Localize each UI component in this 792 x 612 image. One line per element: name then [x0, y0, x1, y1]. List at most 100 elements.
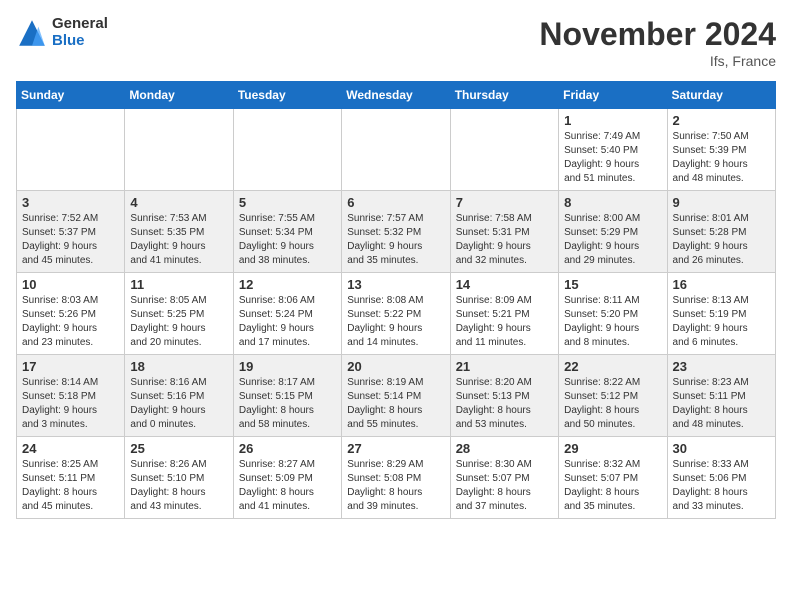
day-number: 2: [673, 113, 770, 128]
calendar-cell: [233, 109, 341, 191]
day-info: Sunrise: 8:23 AM Sunset: 5:11 PM Dayligh…: [673, 376, 770, 432]
calendar-cell: 7 Sunrise: 7:58 AM Sunset: 5:31 PM Daylig…: [450, 191, 558, 273]
weekday-header: Thursday: [450, 82, 558, 109]
day-info: Sunrise: 8:17 AM Sunset: 5:15 PM Dayligh…: [239, 376, 336, 432]
day-info: Sunrise: 8:14 AM Sunset: 5:18 PM Dayligh…: [22, 376, 119, 432]
day-number: 14: [456, 277, 553, 292]
day-info: Sunrise: 8:22 AM Sunset: 5:12 PM Dayligh…: [564, 376, 661, 432]
calendar-cell: 6 Sunrise: 7:57 AM Sunset: 5:32 PM Daylig…: [342, 191, 450, 273]
day-number: 24: [22, 441, 119, 456]
day-info: Sunrise: 7:58 AM Sunset: 5:31 PM Dayligh…: [456, 212, 553, 268]
day-number: 20: [347, 359, 444, 374]
logo-general-text: General: [52, 16, 108, 33]
calendar-cell: [450, 109, 558, 191]
logo: General Blue: [16, 16, 108, 49]
day-info: Sunrise: 8:05 AM Sunset: 5:25 PM Dayligh…: [130, 294, 227, 350]
page-header: General Blue November 2024 Ifs, France: [16, 16, 776, 69]
day-number: 5: [239, 195, 336, 210]
calendar-cell: 1 Sunrise: 7:49 AM Sunset: 5:40 PM Daylig…: [559, 109, 667, 191]
calendar-cell: 24 Sunrise: 8:25 AM Sunset: 5:11 PM Dayli…: [17, 437, 125, 519]
calendar-cell: 26 Sunrise: 8:27 AM Sunset: 5:09 PM Dayli…: [233, 437, 341, 519]
day-number: 13: [347, 277, 444, 292]
weekday-header: Tuesday: [233, 82, 341, 109]
calendar-cell: 11 Sunrise: 8:05 AM Sunset: 5:25 PM Dayli…: [125, 273, 233, 355]
day-info: Sunrise: 8:11 AM Sunset: 5:20 PM Dayligh…: [564, 294, 661, 350]
day-info: Sunrise: 8:26 AM Sunset: 5:10 PM Dayligh…: [130, 458, 227, 514]
calendar-week-row: 17 Sunrise: 8:14 AM Sunset: 5:18 PM Dayli…: [17, 355, 776, 437]
day-number: 7: [456, 195, 553, 210]
calendar-cell: 14 Sunrise: 8:09 AM Sunset: 5:21 PM Dayli…: [450, 273, 558, 355]
day-info: Sunrise: 8:13 AM Sunset: 5:19 PM Dayligh…: [673, 294, 770, 350]
day-number: 26: [239, 441, 336, 456]
location: Ifs, France: [539, 53, 776, 69]
calendar-cell: 10Sunrise: 8:03 AM Sunset: 5:26 PM Dayli…: [17, 273, 125, 355]
day-info: Sunrise: 8:27 AM Sunset: 5:09 PM Dayligh…: [239, 458, 336, 514]
day-info: Sunrise: 8:20 AM Sunset: 5:13 PM Dayligh…: [456, 376, 553, 432]
day-number: 15: [564, 277, 661, 292]
calendar-cell: 22 Sunrise: 8:22 AM Sunset: 5:12 PM Dayli…: [559, 355, 667, 437]
day-number: 25: [130, 441, 227, 456]
day-info: Sunrise: 8:32 AM Sunset: 5:07 PM Dayligh…: [564, 458, 661, 514]
day-info: Sunrise: 8:09 AM Sunset: 5:21 PM Dayligh…: [456, 294, 553, 350]
calendar-week-row: 24 Sunrise: 8:25 AM Sunset: 5:11 PM Dayli…: [17, 437, 776, 519]
day-info: Sunrise: 7:57 AM Sunset: 5:32 PM Dayligh…: [347, 212, 444, 268]
calendar-cell: [342, 109, 450, 191]
day-info: Sunrise: 8:00 AM Sunset: 5:29 PM Dayligh…: [564, 212, 661, 268]
day-number: 1: [564, 113, 661, 128]
day-info: Sunrise: 8:08 AM Sunset: 5:22 PM Dayligh…: [347, 294, 444, 350]
calendar-cell: 30Sunrise: 8:33 AM Sunset: 5:06 PM Dayli…: [667, 437, 775, 519]
calendar-cell: 2 Sunrise: 7:50 AM Sunset: 5:39 PM Daylig…: [667, 109, 775, 191]
day-number: 9: [673, 195, 770, 210]
day-number: 21: [456, 359, 553, 374]
logo-blue-text: Blue: [52, 33, 108, 50]
day-number: 8: [564, 195, 661, 210]
day-info: Sunrise: 8:19 AM Sunset: 5:14 PM Dayligh…: [347, 376, 444, 432]
calendar-cell: 15 Sunrise: 8:11 AM Sunset: 5:20 PM Dayli…: [559, 273, 667, 355]
calendar-cell: 13 Sunrise: 8:08 AM Sunset: 5:22 PM Dayli…: [342, 273, 450, 355]
weekday-header: Saturday: [667, 82, 775, 109]
calendar-cell: 28Sunrise: 8:30 AM Sunset: 5:07 PM Dayli…: [450, 437, 558, 519]
calendar-cell: 4Sunrise: 7:53 AM Sunset: 5:35 PM Daylig…: [125, 191, 233, 273]
logo-text: General Blue: [52, 16, 108, 49]
day-info: Sunrise: 7:53 AM Sunset: 5:35 PM Dayligh…: [130, 212, 227, 268]
calendar-week-row: 3 Sunrise: 7:52 AM Sunset: 5:37 PM Daylig…: [17, 191, 776, 273]
day-info: Sunrise: 7:55 AM Sunset: 5:34 PM Dayligh…: [239, 212, 336, 268]
calendar-cell: 25 Sunrise: 8:26 AM Sunset: 5:10 PM Dayli…: [125, 437, 233, 519]
day-info: Sunrise: 8:01 AM Sunset: 5:28 PM Dayligh…: [673, 212, 770, 268]
calendar-cell: 8 Sunrise: 8:00 AM Sunset: 5:29 PM Daylig…: [559, 191, 667, 273]
day-number: 12: [239, 277, 336, 292]
day-number: 16: [673, 277, 770, 292]
day-number: 29: [564, 441, 661, 456]
calendar-cell: 3 Sunrise: 7:52 AM Sunset: 5:37 PM Daylig…: [17, 191, 125, 273]
day-info: Sunrise: 8:16 AM Sunset: 5:16 PM Dayligh…: [130, 376, 227, 432]
calendar-cell: 16 Sunrise: 8:13 AM Sunset: 5:19 PM Dayli…: [667, 273, 775, 355]
day-number: 17: [22, 359, 119, 374]
day-info: Sunrise: 8:25 AM Sunset: 5:11 PM Dayligh…: [22, 458, 119, 514]
weekday-header: Friday: [559, 82, 667, 109]
calendar-cell: [125, 109, 233, 191]
calendar-cell: 29 Sunrise: 8:32 AM Sunset: 5:07 PM Dayli…: [559, 437, 667, 519]
day-number: 22: [564, 359, 661, 374]
calendar-header-row: SundayMondayTuesdayWednesdayThursdayFrid…: [17, 82, 776, 109]
day-number: 27: [347, 441, 444, 456]
day-info: Sunrise: 8:06 AM Sunset: 5:24 PM Dayligh…: [239, 294, 336, 350]
day-number: 30: [673, 441, 770, 456]
day-number: 6: [347, 195, 444, 210]
calendar-week-row: 1 Sunrise: 7:49 AM Sunset: 5:40 PM Daylig…: [17, 109, 776, 191]
day-number: 18: [130, 359, 227, 374]
day-info: Sunrise: 8:30 AM Sunset: 5:07 PM Dayligh…: [456, 458, 553, 514]
day-info: Sunrise: 7:52 AM Sunset: 5:37 PM Dayligh…: [22, 212, 119, 268]
day-number: 11: [130, 277, 227, 292]
day-info: Sunrise: 7:50 AM Sunset: 5:39 PM Dayligh…: [673, 130, 770, 186]
weekday-header: Sunday: [17, 82, 125, 109]
calendar-cell: 5 Sunrise: 7:55 AM Sunset: 5:34 PM Daylig…: [233, 191, 341, 273]
calendar-cell: 19Sunrise: 8:17 AM Sunset: 5:15 PM Dayli…: [233, 355, 341, 437]
weekday-header: Monday: [125, 82, 233, 109]
calendar-cell: 17 Sunrise: 8:14 AM Sunset: 5:18 PM Dayli…: [17, 355, 125, 437]
title-block: November 2024 Ifs, France: [539, 16, 776, 69]
weekday-header: Wednesday: [342, 82, 450, 109]
day-number: 3: [22, 195, 119, 210]
day-info: Sunrise: 7:49 AM Sunset: 5:40 PM Dayligh…: [564, 130, 661, 186]
day-number: 23: [673, 359, 770, 374]
calendar-cell: 12 Sunrise: 8:06 AM Sunset: 5:24 PM Dayli…: [233, 273, 341, 355]
